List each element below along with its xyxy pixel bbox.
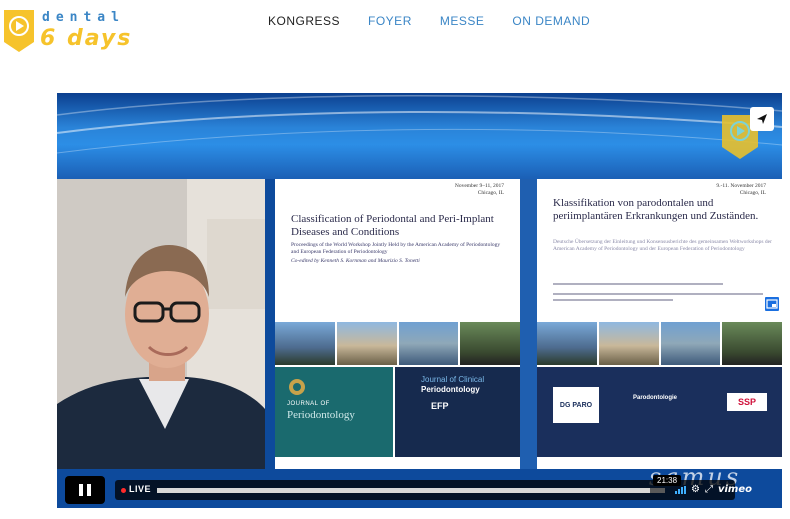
swoosh-graphic (57, 94, 782, 159)
journal-of-clinical-periodontology-cover: Journal of Clinical Periodontology EFP (395, 367, 520, 457)
aap-seal-icon (289, 379, 305, 395)
nav-messe[interactable]: MESSE (440, 14, 485, 28)
efp-logo-text: EFP (431, 401, 449, 411)
pip-icon (766, 299, 778, 309)
live-label: LIVE (129, 484, 152, 494)
slide-location: Chicago, IL (477, 190, 504, 196)
live-dot-icon (121, 488, 126, 493)
journal1-top: JOURNAL OF (287, 401, 330, 407)
speaker-portrait (57, 179, 265, 469)
fullscreen-icon[interactable]: ⤢ (705, 484, 713, 496)
slide-credits-lines (553, 283, 763, 301)
nav-kongress[interactable]: KONGRESS (268, 14, 340, 28)
dental-6-days-logo[interactable]: dental 6 days (2, 6, 137, 52)
settings-gear-icon[interactable]: ⚙ (691, 484, 700, 496)
speaker-webcam (57, 179, 265, 469)
player-controls: LIVE ⚙ ⤢ vimeo 21:38 (57, 472, 782, 508)
pause-button[interactable] (65, 476, 105, 504)
slide-photo-strip (537, 322, 782, 365)
journal2-top: Journal of Clinical (421, 375, 485, 384)
slide-photo-strip (275, 322, 520, 365)
share-button[interactable] (750, 107, 774, 131)
page: dental 6 days KONGRESS FOYER MESSE ON DE… (0, 0, 790, 519)
live-progress-bar: LIVE ⚙ ⤢ vimeo (115, 480, 752, 500)
slide-date-text: November 9–11, 2017 (454, 183, 504, 189)
nav-on-demand[interactable]: ON DEMAND (512, 14, 590, 28)
picture-in-picture-button[interactable] (764, 296, 780, 312)
slide-journal-covers: JOURNAL OF Periodontology Journal of Cli… (275, 367, 520, 457)
slide-title: Classification of Periodontal and Peri-I… (291, 213, 494, 238)
ssp-logo: SSP (727, 393, 767, 411)
slide-date: November 9–11, 2017 Chicago, IL (455, 183, 504, 197)
player-background-band (57, 93, 782, 179)
nav-foyer[interactable]: FOYER (368, 14, 412, 28)
slide-german: 9.-11. November 2017 Chicago, IL Klassif… (537, 179, 782, 469)
journal1-name: Periodontology (287, 409, 355, 421)
presentation-slides: November 9–11, 2017 Chicago, IL Classifi… (275, 179, 782, 469)
signal-strength-icon[interactable] (675, 486, 686, 494)
pause-icon-bar (87, 484, 91, 496)
paper-plane-icon (757, 114, 767, 124)
video-player[interactable]: November 9–11, 2017 Chicago, IL Classifi… (57, 93, 782, 508)
progress-fill (157, 488, 650, 493)
slide-location: Chicago, IL (739, 190, 766, 196)
parodontologie-logo: Parodontologie (633, 395, 677, 401)
dg-paro-logo: DG PARO (553, 387, 599, 423)
progress-track[interactable] (157, 488, 665, 493)
pause-icon (79, 484, 83, 496)
journal2-name: Periodontology (421, 385, 480, 394)
slide-english: November 9–11, 2017 Chicago, IL Classifi… (275, 179, 520, 469)
vimeo-logo[interactable]: vimeo (718, 484, 752, 496)
logo-word-6-days: 6 days (40, 26, 133, 51)
main-nav: KONGRESS FOYER MESSE ON DEMAND (268, 14, 618, 28)
play-pin-icon (4, 10, 34, 52)
journal-of-periodontology-cover: JOURNAL OF Periodontology (275, 367, 393, 457)
slide-title: Klassifikation von parodontalen und peri… (553, 197, 759, 222)
control-icons: ⚙ ⤢ vimeo (675, 484, 752, 496)
slide-society-logos: DG PARO Parodontologie SSP (537, 367, 782, 457)
slide-subtitle: Deutsche Übersetzung der Einleitung und … (553, 239, 772, 252)
slide-subtitle: Proceedings of the World Workshop Jointl… (291, 242, 501, 255)
slide-coeditors: Co-edited by Kenneth S. Kornman and Maur… (291, 258, 420, 264)
timecode-tooltip: 21:38 (653, 475, 682, 486)
logo-word-dental: dental (42, 10, 125, 25)
slide-date-text: 9.-11. November 2017 (716, 183, 766, 189)
slide-date: 9.-11. November 2017 Chicago, IL (716, 183, 766, 197)
